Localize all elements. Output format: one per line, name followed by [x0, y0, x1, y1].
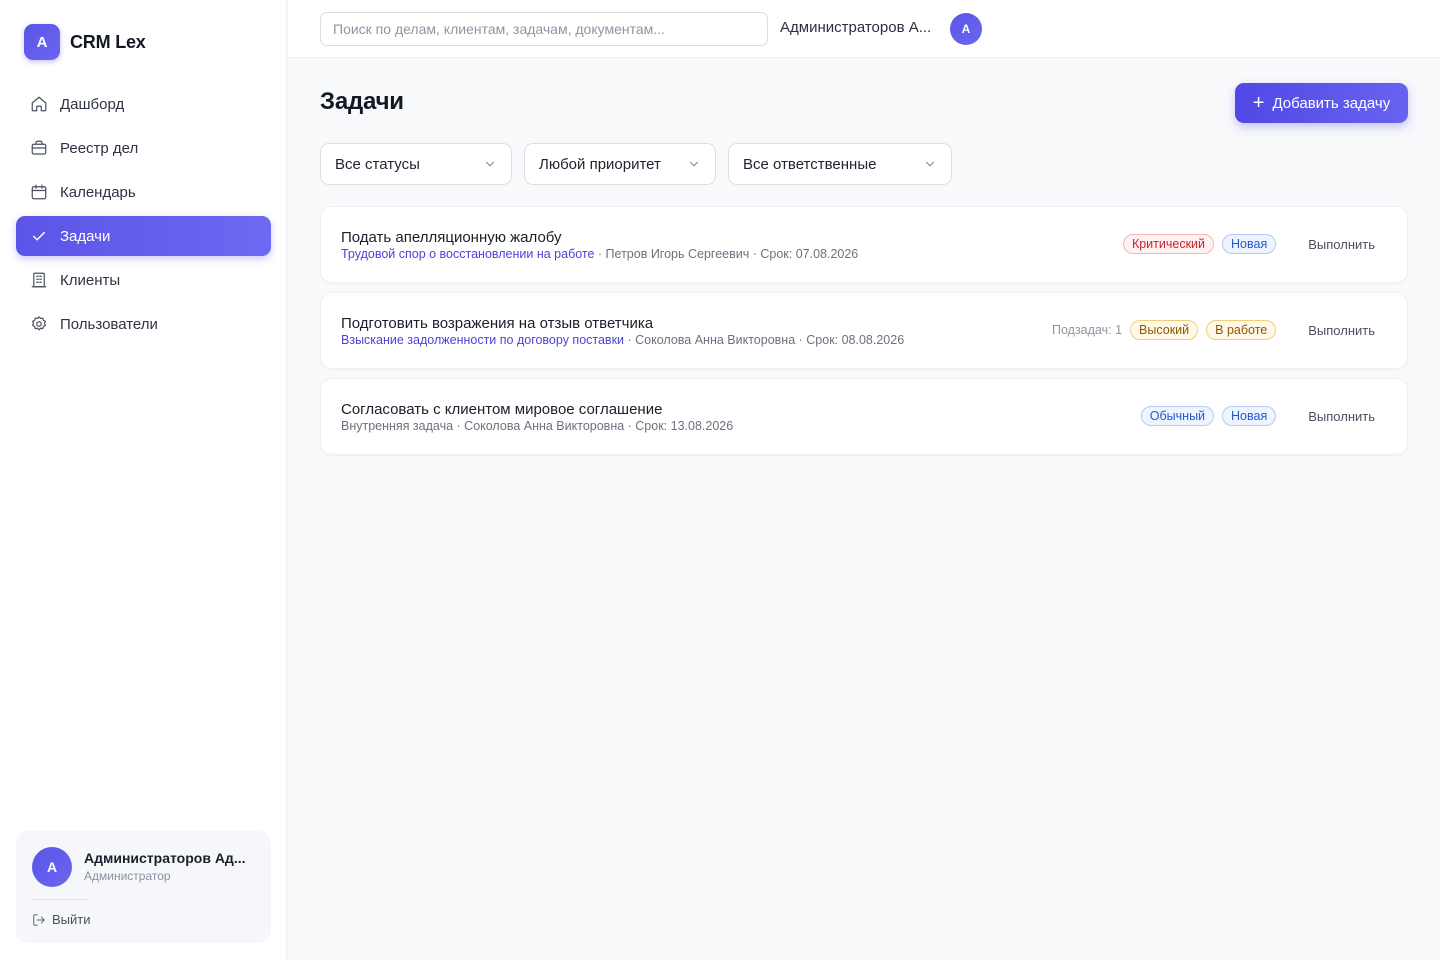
task-meta: Взыскание задолженности по договору пост…: [341, 333, 904, 347]
brand[interactable]: А CRM Lex: [24, 24, 146, 60]
avatar[interactable]: А: [32, 847, 72, 887]
divider: [32, 899, 89, 900]
sidebar-item-label: Задачи: [60, 227, 111, 245]
status-badge: В работе: [1206, 320, 1277, 340]
task-title[interactable]: Подготовить возражения на отзыв ответчик…: [341, 315, 653, 332]
task-title[interactable]: Согласовать с клиентом мировое соглашени…: [341, 401, 662, 418]
case-link[interactable]: Трудовой спор о восстановлении на работе: [341, 247, 594, 261]
brand-name: CRM Lex: [70, 31, 146, 52]
chevron-down-icon: [486, 161, 494, 167]
task-title[interactable]: Подать апелляционную жалобу: [341, 229, 562, 246]
sidebar-item-label: Пользователи: [60, 315, 158, 333]
sidebar-item-users[interactable]: Пользователи: [16, 304, 271, 344]
logout-icon: [33, 913, 45, 926]
priority-badge: Высокий: [1130, 320, 1199, 340]
building-icon: [30, 271, 48, 289]
check-icon: [30, 227, 48, 245]
sidebar-item-dashboard[interactable]: Дашборд: [16, 84, 271, 124]
subtasks-count: Подзадач: 1: [1052, 323, 1123, 337]
status-filter-value: Все статусы: [335, 155, 420, 173]
page-title: Задачи: [320, 88, 404, 115]
plus-icon: +: [1252, 92, 1265, 114]
status-badge: Новая: [1222, 234, 1277, 254]
sidebar-nav: Дашборд Реестр дел Календарь Задачи Клие…: [16, 84, 271, 348]
sidebar-item-label: Клиенты: [60, 271, 121, 289]
briefcase-icon: [30, 139, 48, 157]
logout-button[interactable]: Выйти: [32, 912, 91, 927]
task-card[interactable]: Согласовать с клиентом мировое соглашени…: [320, 378, 1408, 455]
status-filter-select[interactable]: Все статусы: [320, 143, 512, 185]
search-input[interactable]: [320, 12, 768, 46]
task-card[interactable]: Подготовить возражения на отзыв ответчик…: [320, 292, 1408, 369]
priority-filter-value: Любой приоритет: [539, 155, 661, 173]
chevron-down-icon: [690, 161, 698, 167]
home-icon: [30, 95, 48, 113]
user-role: Администратор: [84, 869, 171, 883]
task-actions: Критический Новая Выполнить: [1122, 233, 1387, 255]
avatar[interactable]: А: [950, 13, 982, 45]
task-meta: Трудовой спор о восстановлении на работе…: [341, 247, 858, 261]
assignee-filter-value: Все ответственные: [743, 155, 877, 173]
complete-task-button[interactable]: Выполнить: [1296, 409, 1387, 424]
priority-badge: Критический: [1122, 234, 1215, 254]
task-meta-text: · Соколова Анна Викторовна · Срок: 08.08…: [624, 333, 905, 347]
task-meta-text: · Петров Игорь Сергеевич · Срок: 07.08.2…: [594, 247, 859, 261]
case-link[interactable]: Взыскание задолженности по договору пост…: [341, 333, 624, 347]
priority-filter-select[interactable]: Любой приоритет: [524, 143, 716, 185]
sidebar-item-calendar[interactable]: Календарь: [16, 172, 271, 212]
task-meta: Внутренняя задача · Соколова Анна Виктор…: [341, 419, 733, 433]
sidebar-item-label: Реестр дел: [60, 139, 139, 157]
calendar-icon: [30, 183, 48, 201]
assignee-filter-select[interactable]: Все ответственные: [728, 143, 952, 185]
chevron-down-icon: [926, 161, 934, 167]
topbar: Администраторов А... А: [288, 0, 1440, 58]
add-task-button[interactable]: + Добавить задачу: [1235, 83, 1408, 123]
sidebar: А CRM Lex Дашборд Реестр дел Календарь З…: [0, 0, 287, 960]
task-actions: Обычный Новая Выполнить: [1140, 405, 1387, 427]
sidebar-item-cases[interactable]: Реестр дел: [16, 128, 271, 168]
task-card[interactable]: Подать апелляционную жалобу Трудовой спо…: [320, 206, 1408, 283]
brand-logo: А: [24, 24, 60, 60]
user-card: А Администраторов Ад... Администратор Вы…: [16, 831, 271, 943]
sidebar-item-label: Календарь: [60, 183, 136, 201]
logout-label: Выйти: [52, 912, 91, 927]
task-actions: Подзадач: 1 Высокий В работе Выполнить: [1052, 319, 1387, 341]
complete-task-button[interactable]: Выполнить: [1296, 237, 1387, 252]
sidebar-item-clients[interactable]: Клиенты: [16, 260, 271, 300]
complete-task-button[interactable]: Выполнить: [1296, 323, 1387, 338]
sidebar-item-tasks[interactable]: Задачи: [16, 216, 271, 256]
task-meta-text: Внутренняя задача · Соколова Анна Виктор…: [341, 419, 734, 433]
header-user-name[interactable]: Администраторов А...: [780, 19, 931, 36]
users-gear-icon: [30, 315, 48, 333]
add-task-label: Добавить задачу: [1272, 94, 1391, 112]
sidebar-item-label: Дашборд: [60, 95, 125, 113]
user-name: Администраторов Ад...: [84, 850, 246, 866]
priority-badge: Обычный: [1140, 406, 1215, 426]
status-badge: Новая: [1222, 406, 1277, 426]
